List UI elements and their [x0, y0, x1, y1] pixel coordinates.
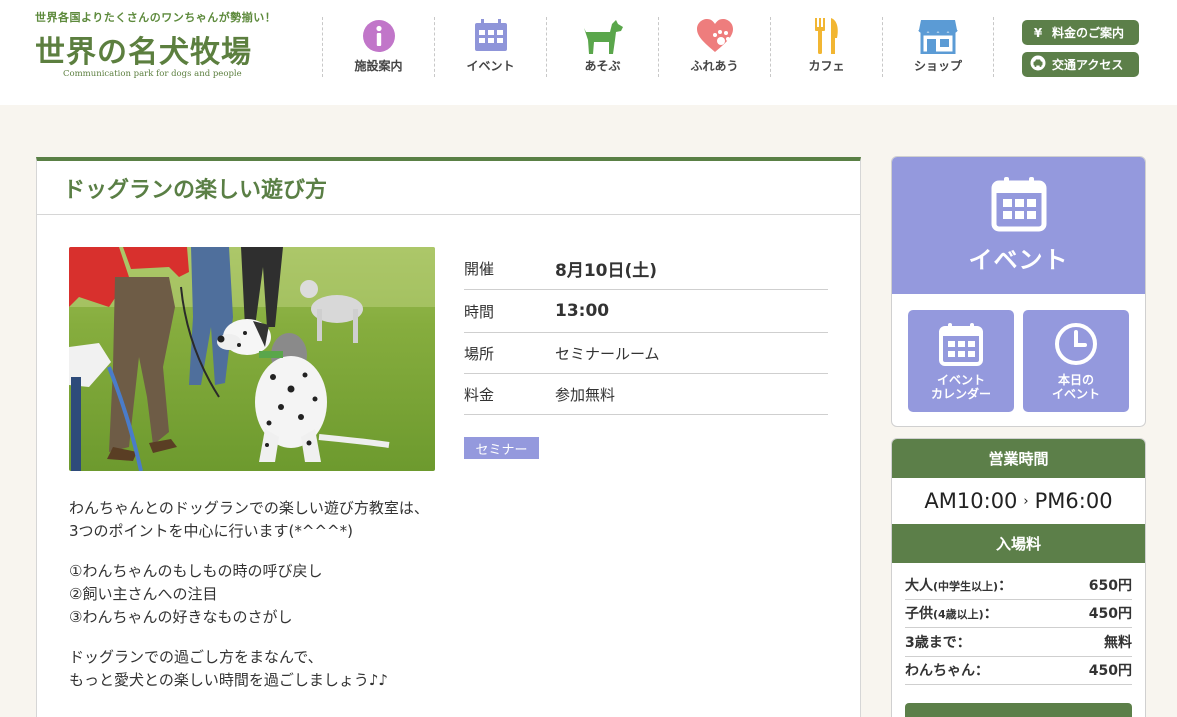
nav-item-cafe[interactable]: カフェ — [770, 17, 882, 77]
info-icon — [323, 17, 434, 55]
fee-note: (4歳以上) — [933, 608, 984, 622]
shop-icon — [883, 17, 993, 55]
today-event-line2: イベント — [1051, 386, 1100, 401]
main-nav: 施設案内 イベント あそぶ ふれあう カフェ ショップ — [322, 17, 994, 77]
category-tag[interactable]: セミナー — [464, 437, 539, 459]
site-logo[interactable]: 世界各国よりたくさんのワンちゃんが勢揃い！ 世界の名犬牧場 Communicat… — [35, 9, 295, 79]
logo-tagline: 世界各国よりたくさんのワンちゃんが勢揃い！ — [35, 11, 277, 24]
body-paragraph: ①わんちゃんのもしもの時の呼び戻し ②飼い主さんへの注目 ③わんちゃんの好きなも… — [69, 560, 829, 629]
fee-row-dog: わんちゃん： 450円 — [905, 657, 1132, 685]
nav-item-facility[interactable]: 施設案内 — [322, 17, 434, 77]
body-line: ドッグランでの過ごし方をまなんで、 — [69, 648, 323, 666]
body-line: もっと愛犬との楽しい時間を過ごしましょう♪♪ — [69, 671, 388, 689]
nav-label: あそぶ — [584, 59, 621, 73]
nav-label: 施設案内 — [354, 59, 403, 73]
fee-colon: ： — [983, 606, 998, 623]
body-line: 3つのポイントを中心に行います(*^^^*) — [69, 522, 353, 540]
heart-paw-icon — [659, 17, 770, 55]
logo-subtitle: Communication park for dogs and people — [63, 69, 242, 79]
article-title: ドッグランの楽しい遊び方 — [37, 161, 860, 215]
body-line: ①わんちゃんのもしもの時の呼び戻し — [69, 562, 323, 580]
admission-fee-list: 大人(中学生以上)： 650円 子供(4歳以上)： 450円 3歳まで： 無料 … — [892, 563, 1145, 685]
info-row-place: 場所 セミナールーム — [464, 333, 828, 374]
info-value: 8月10日(土) — [555, 260, 658, 281]
fee-row-toddler: 3歳まで： 無料 — [905, 628, 1132, 657]
info-row-date: 開催 8月10日(土) — [464, 247, 828, 290]
fee-row-child: 子供(4歳以上)： 450円 — [905, 600, 1132, 628]
event-calendar-button[interactable]: イベント カレンダー — [908, 310, 1014, 412]
fee-details-button[interactable] — [905, 703, 1132, 717]
info-key: 料金 — [464, 385, 495, 404]
access-label: 交通アクセス — [1052, 58, 1124, 72]
event-calendar-line1: イベント — [936, 372, 985, 387]
info-row-fee: 料金 参加無料 — [464, 374, 828, 415]
nav-label: ショップ — [913, 59, 962, 73]
site-header: 世界各国よりたくさんのワンちゃんが勢揃い！ 世界の名犬牧場 Communicat… — [0, 0, 1177, 105]
fee-row-adult: 大人(中学生以上)： 650円 — [905, 571, 1132, 600]
info-value: セミナールーム — [555, 344, 660, 363]
today-event-button[interactable]: 本日の イベント — [1023, 310, 1129, 412]
sidebar-hours-panel: 営業時間 AM10:00 › PM6:00 入場料 大人(中学生以上)： 650… — [891, 438, 1146, 717]
body-paragraph: ドッグランでの過ごし方をまなんで、 もっと愛犬との楽しい時間を過ごしましょう♪♪ — [69, 646, 829, 692]
clock-icon — [1054, 322, 1098, 369]
today-event-line1: 本日の — [1057, 372, 1094, 387]
access-button[interactable]: 交通アクセス — [1022, 52, 1139, 77]
calendar-icon — [991, 176, 1047, 236]
dog-icon — [547, 17, 658, 55]
fork-knife-icon — [771, 17, 882, 55]
sidebar-event-header[interactable]: イベント — [892, 157, 1145, 294]
info-value: 参加無料 — [555, 385, 616, 404]
info-value: 13:00 — [555, 301, 610, 321]
body-paragraph: わんちゃんとのドッグランでの楽しい遊び方教室は、 3つのポイントを中心に行います… — [69, 497, 829, 543]
fee-colon: ： — [956, 634, 971, 651]
nav-item-shop[interactable]: ショップ — [882, 17, 994, 77]
nav-label: ふれあう — [690, 59, 739, 73]
event-photo — [69, 247, 435, 471]
body-line: ②飼い主さんへの注目 — [69, 585, 218, 603]
nav-label: イベント — [466, 59, 515, 73]
yen-icon: ¥ — [1033, 25, 1043, 40]
fee-note: (中学生以上) — [933, 579, 999, 593]
info-key: 時間 — [464, 302, 495, 321]
fee-colon: ： — [998, 577, 1013, 594]
fee-label: 3歳まで — [905, 634, 957, 651]
fee-label: 大人 — [905, 577, 933, 594]
body-line: ③わんちゃんの好きなものさがし — [69, 608, 293, 626]
fee-price: 450円 — [1088, 663, 1132, 680]
calendar-icon — [435, 17, 546, 55]
calendar-icon — [938, 322, 984, 369]
hours-heading: 営業時間 — [892, 439, 1145, 478]
event-calendar-line2: カレンダー — [930, 386, 991, 401]
fee-label: わんちゃん — [905, 663, 975, 680]
info-key: 場所 — [464, 344, 495, 363]
fee-colon: ： — [975, 663, 989, 680]
event-article: ドッグランの楽しい遊び方 開催 8月10日(土) 時間 13:00 場所 セミナ… — [36, 157, 861, 717]
admission-heading: 入場料 — [892, 524, 1145, 563]
info-row-time: 時間 13:00 — [464, 290, 828, 333]
nav-item-event[interactable]: イベント — [434, 17, 546, 77]
nav-item-contact[interactable]: ふれあう — [658, 17, 770, 77]
open-time: AM10:00 — [924, 489, 1018, 513]
fee-guide-button[interactable]: ¥ 料金のご案内 — [1022, 20, 1139, 45]
fee-price: 無料 — [1104, 634, 1132, 651]
info-key: 開催 — [464, 259, 495, 278]
car-icon — [1030, 55, 1046, 74]
event-info-table: 開催 8月10日(土) 時間 13:00 場所 セミナールーム 料金 参加無料 — [464, 247, 828, 415]
nav-item-play[interactable]: あそぶ — [546, 17, 658, 77]
chevron-right-icon: › — [1023, 493, 1029, 509]
sidebar-event-title: イベント — [968, 246, 1069, 274]
fee-price: 450円 — [1088, 606, 1132, 623]
sidebar-event-panel: イベント イベント カレンダー 本日の イベント — [891, 156, 1146, 427]
fee-label: 子供 — [905, 606, 933, 623]
logo-title: 世界の名犬牧場 — [35, 35, 252, 70]
article-body: わんちゃんとのドッグランでの楽しい遊び方教室は、 3つのポイントを中心に行います… — [69, 497, 829, 709]
fee-guide-label: 料金のご案内 — [1052, 26, 1125, 40]
body-line: わんちゃんとのドッグランでの楽しい遊び方教室は、 — [69, 499, 429, 517]
fee-price: 650円 — [1088, 577, 1132, 594]
close-time: PM6:00 — [1034, 489, 1113, 513]
nav-label: カフェ — [808, 59, 845, 73]
business-hours: AM10:00 › PM6:00 — [892, 478, 1145, 524]
